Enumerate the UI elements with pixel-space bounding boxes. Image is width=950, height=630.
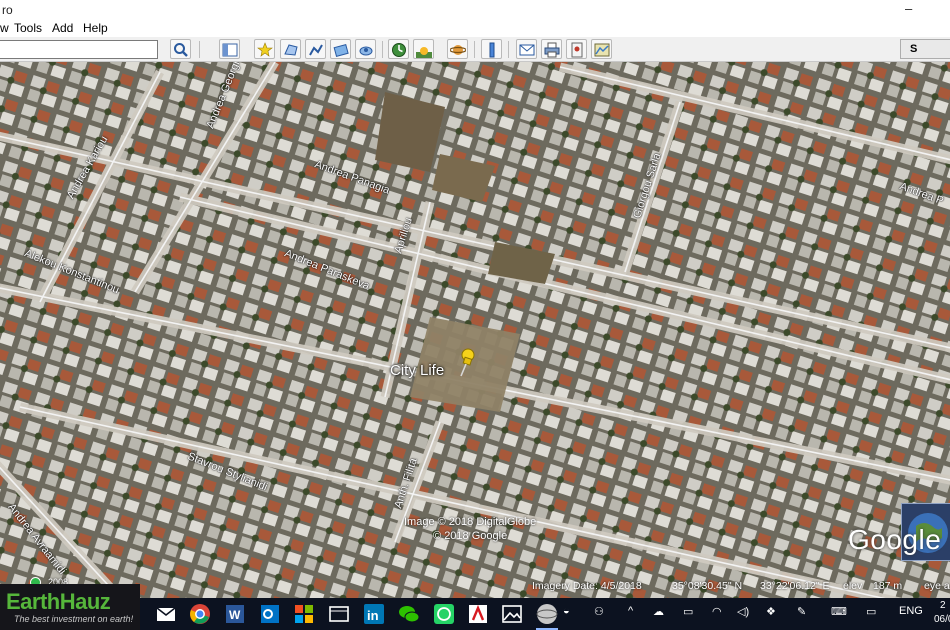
cloud-icon[interactable]: ☁ (653, 605, 664, 618)
battery-icon[interactable]: ▭ (683, 605, 693, 618)
clock-date[interactable]: 06/0 (934, 614, 950, 625)
sign-in-button[interactable]: S (900, 39, 950, 59)
add-placemark-button[interactable] (254, 39, 275, 59)
earthhauz-watermark: EarthHauz The best investment on earth! (0, 584, 140, 630)
wechat-icon[interactable] (397, 602, 421, 626)
menu-bar: w Tools Add Help (0, 20, 950, 37)
copyright-google: © 2018 Google (433, 530, 508, 542)
keyboard-icon[interactable]: ⌨ (831, 605, 847, 618)
planets-button[interactable] (447, 39, 468, 59)
ruler-icon (489, 42, 495, 58)
ruler-button[interactable] (481, 39, 502, 59)
linkedin-icon[interactable]: in (362, 602, 386, 626)
record-tour-icon (359, 46, 373, 56)
historical-imagery-button[interactable] (388, 39, 409, 59)
sidebar-toggle-icon (222, 43, 238, 57)
latitude-readout: 35°08'30.45" N (672, 580, 743, 592)
svg-text:in: in (367, 608, 379, 623)
mail-icon[interactable] (154, 602, 178, 626)
eye-altitude: eye a (924, 580, 950, 592)
outlook-icon[interactable] (258, 602, 282, 626)
elevation-label: elev (843, 580, 863, 592)
add-placemark-icon (257, 42, 273, 57)
image-overlay-button[interactable] (330, 39, 351, 59)
acrobat-icon[interactable] (466, 602, 490, 626)
windows-taskbar: W in ◒ ⚇ ^ ☁ ▭ ◠ ◁) ❖ ✎ ⌨ ▭ ENG 2 06/0 (0, 598, 950, 630)
search-button[interactable] (170, 39, 191, 59)
onedrive-icon[interactable]: ◒ (563, 605, 570, 617)
longitude-readout: 33°22'06.12" E (760, 580, 830, 592)
add-path-button[interactable] (305, 39, 326, 59)
word-icon[interactable]: W (223, 602, 247, 626)
save-image-icon (571, 42, 583, 58)
add-polygon-button[interactable] (280, 39, 301, 59)
elevation-value: 187 m (873, 580, 903, 592)
title-bar: ro – (0, 0, 950, 20)
historical-imagery-icon (392, 43, 406, 57)
imagery-date: Imagery Date: 4/5/2018 (532, 580, 642, 592)
sidebar-toggle-button[interactable] (219, 39, 240, 59)
placemark-label[interactable]: City Life (390, 362, 444, 379)
chrome-icon[interactable] (188, 602, 212, 626)
save-image-button[interactable] (566, 39, 587, 59)
view-in-maps-icon (594, 43, 610, 57)
record-tour-button[interactable] (355, 39, 376, 59)
status-bar: Imagery Date: 4/5/2018 35°08'30.45" N 33… (0, 576, 950, 598)
planets-icon (450, 45, 466, 55)
whatsapp-icon[interactable] (432, 602, 456, 626)
earthhauz-logo: EarthHauz (6, 589, 111, 614)
clock-time[interactable]: 2 (940, 600, 946, 611)
yellow-pushpin-icon[interactable] (455, 348, 477, 378)
menu-view[interactable]: w (0, 21, 9, 35)
toolbar: S (0, 37, 950, 62)
map-viewport[interactable]: Andrea Georgiou Andrea Panagia Andrea P … (0, 62, 950, 598)
email-icon (519, 44, 535, 56)
print-button[interactable] (541, 39, 562, 59)
wifi-icon[interactable]: ◠ (712, 605, 722, 618)
search-input[interactable] (0, 40, 158, 59)
menu-tools[interactable]: Tools (14, 21, 42, 35)
windows-store-icon[interactable] (292, 602, 316, 626)
language-indicator[interactable]: ENG (899, 605, 923, 617)
copyright-digitalglobe: Image © 2018 DigitalGlobe (404, 516, 537, 528)
display-icon[interactable]: ▭ (866, 605, 876, 618)
svg-text:W: W (229, 608, 241, 622)
photos-icon[interactable] (500, 602, 524, 626)
people-icon[interactable]: ⚇ (594, 605, 604, 618)
menu-add[interactable]: Add (52, 21, 73, 35)
toolbar-separator (382, 41, 383, 58)
email-button[interactable] (516, 39, 537, 59)
pen-icon[interactable]: ✎ (797, 605, 806, 618)
window-icon[interactable] (327, 602, 351, 626)
toolbar-separator (199, 41, 200, 58)
dropbox-icon[interactable]: ❖ (766, 605, 776, 618)
print-icon (544, 42, 560, 58)
google-logo: Google (848, 524, 942, 555)
toolbar-separator (474, 41, 475, 58)
add-path-icon (309, 44, 323, 56)
sunlight-button[interactable] (413, 39, 434, 59)
imagery-copyright: Image © 2018 DigitalGlobe © 2018 Google (404, 515, 536, 543)
window-title: ro (2, 3, 13, 17)
google-earth-icon[interactable] (535, 602, 559, 626)
minimize-button[interactable]: – (905, 1, 912, 16)
image-overlay-icon (333, 43, 349, 57)
volume-icon[interactable]: ◁) (737, 605, 749, 618)
search-icon (174, 43, 188, 57)
sunlight-icon (416, 47, 432, 58)
view-in-maps-button[interactable] (591, 39, 612, 59)
menu-help[interactable]: Help (83, 21, 108, 35)
toolbar-separator (508, 41, 509, 58)
earthhauz-tagline: The best investment on earth! (14, 614, 134, 624)
chevron-up-icon[interactable]: ^ (628, 605, 633, 617)
add-polygon-icon (284, 44, 298, 56)
